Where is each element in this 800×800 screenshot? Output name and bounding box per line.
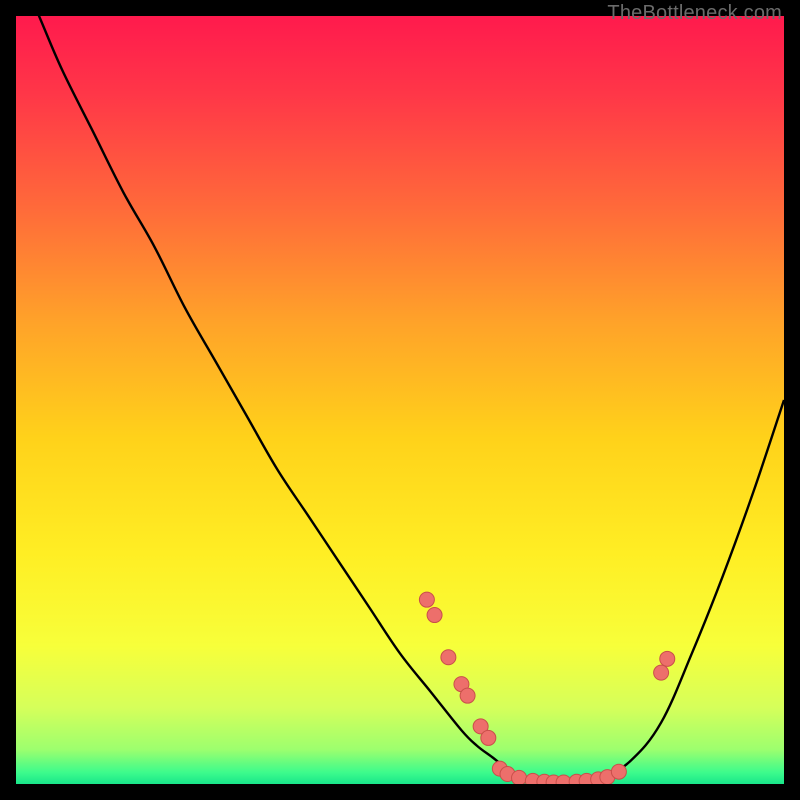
data-dot <box>481 730 496 745</box>
chart-frame <box>16 16 784 784</box>
data-dot <box>460 688 475 703</box>
watermark-text: TheBottleneck.com <box>607 2 782 25</box>
data-dot <box>660 651 675 666</box>
data-dot <box>419 592 434 607</box>
gradient-background <box>16 16 784 784</box>
bottleneck-chart <box>16 16 784 784</box>
data-dot <box>427 608 442 623</box>
data-dot <box>441 650 456 665</box>
data-dot <box>611 764 626 779</box>
data-dot <box>654 665 669 680</box>
data-dot <box>512 770 527 784</box>
